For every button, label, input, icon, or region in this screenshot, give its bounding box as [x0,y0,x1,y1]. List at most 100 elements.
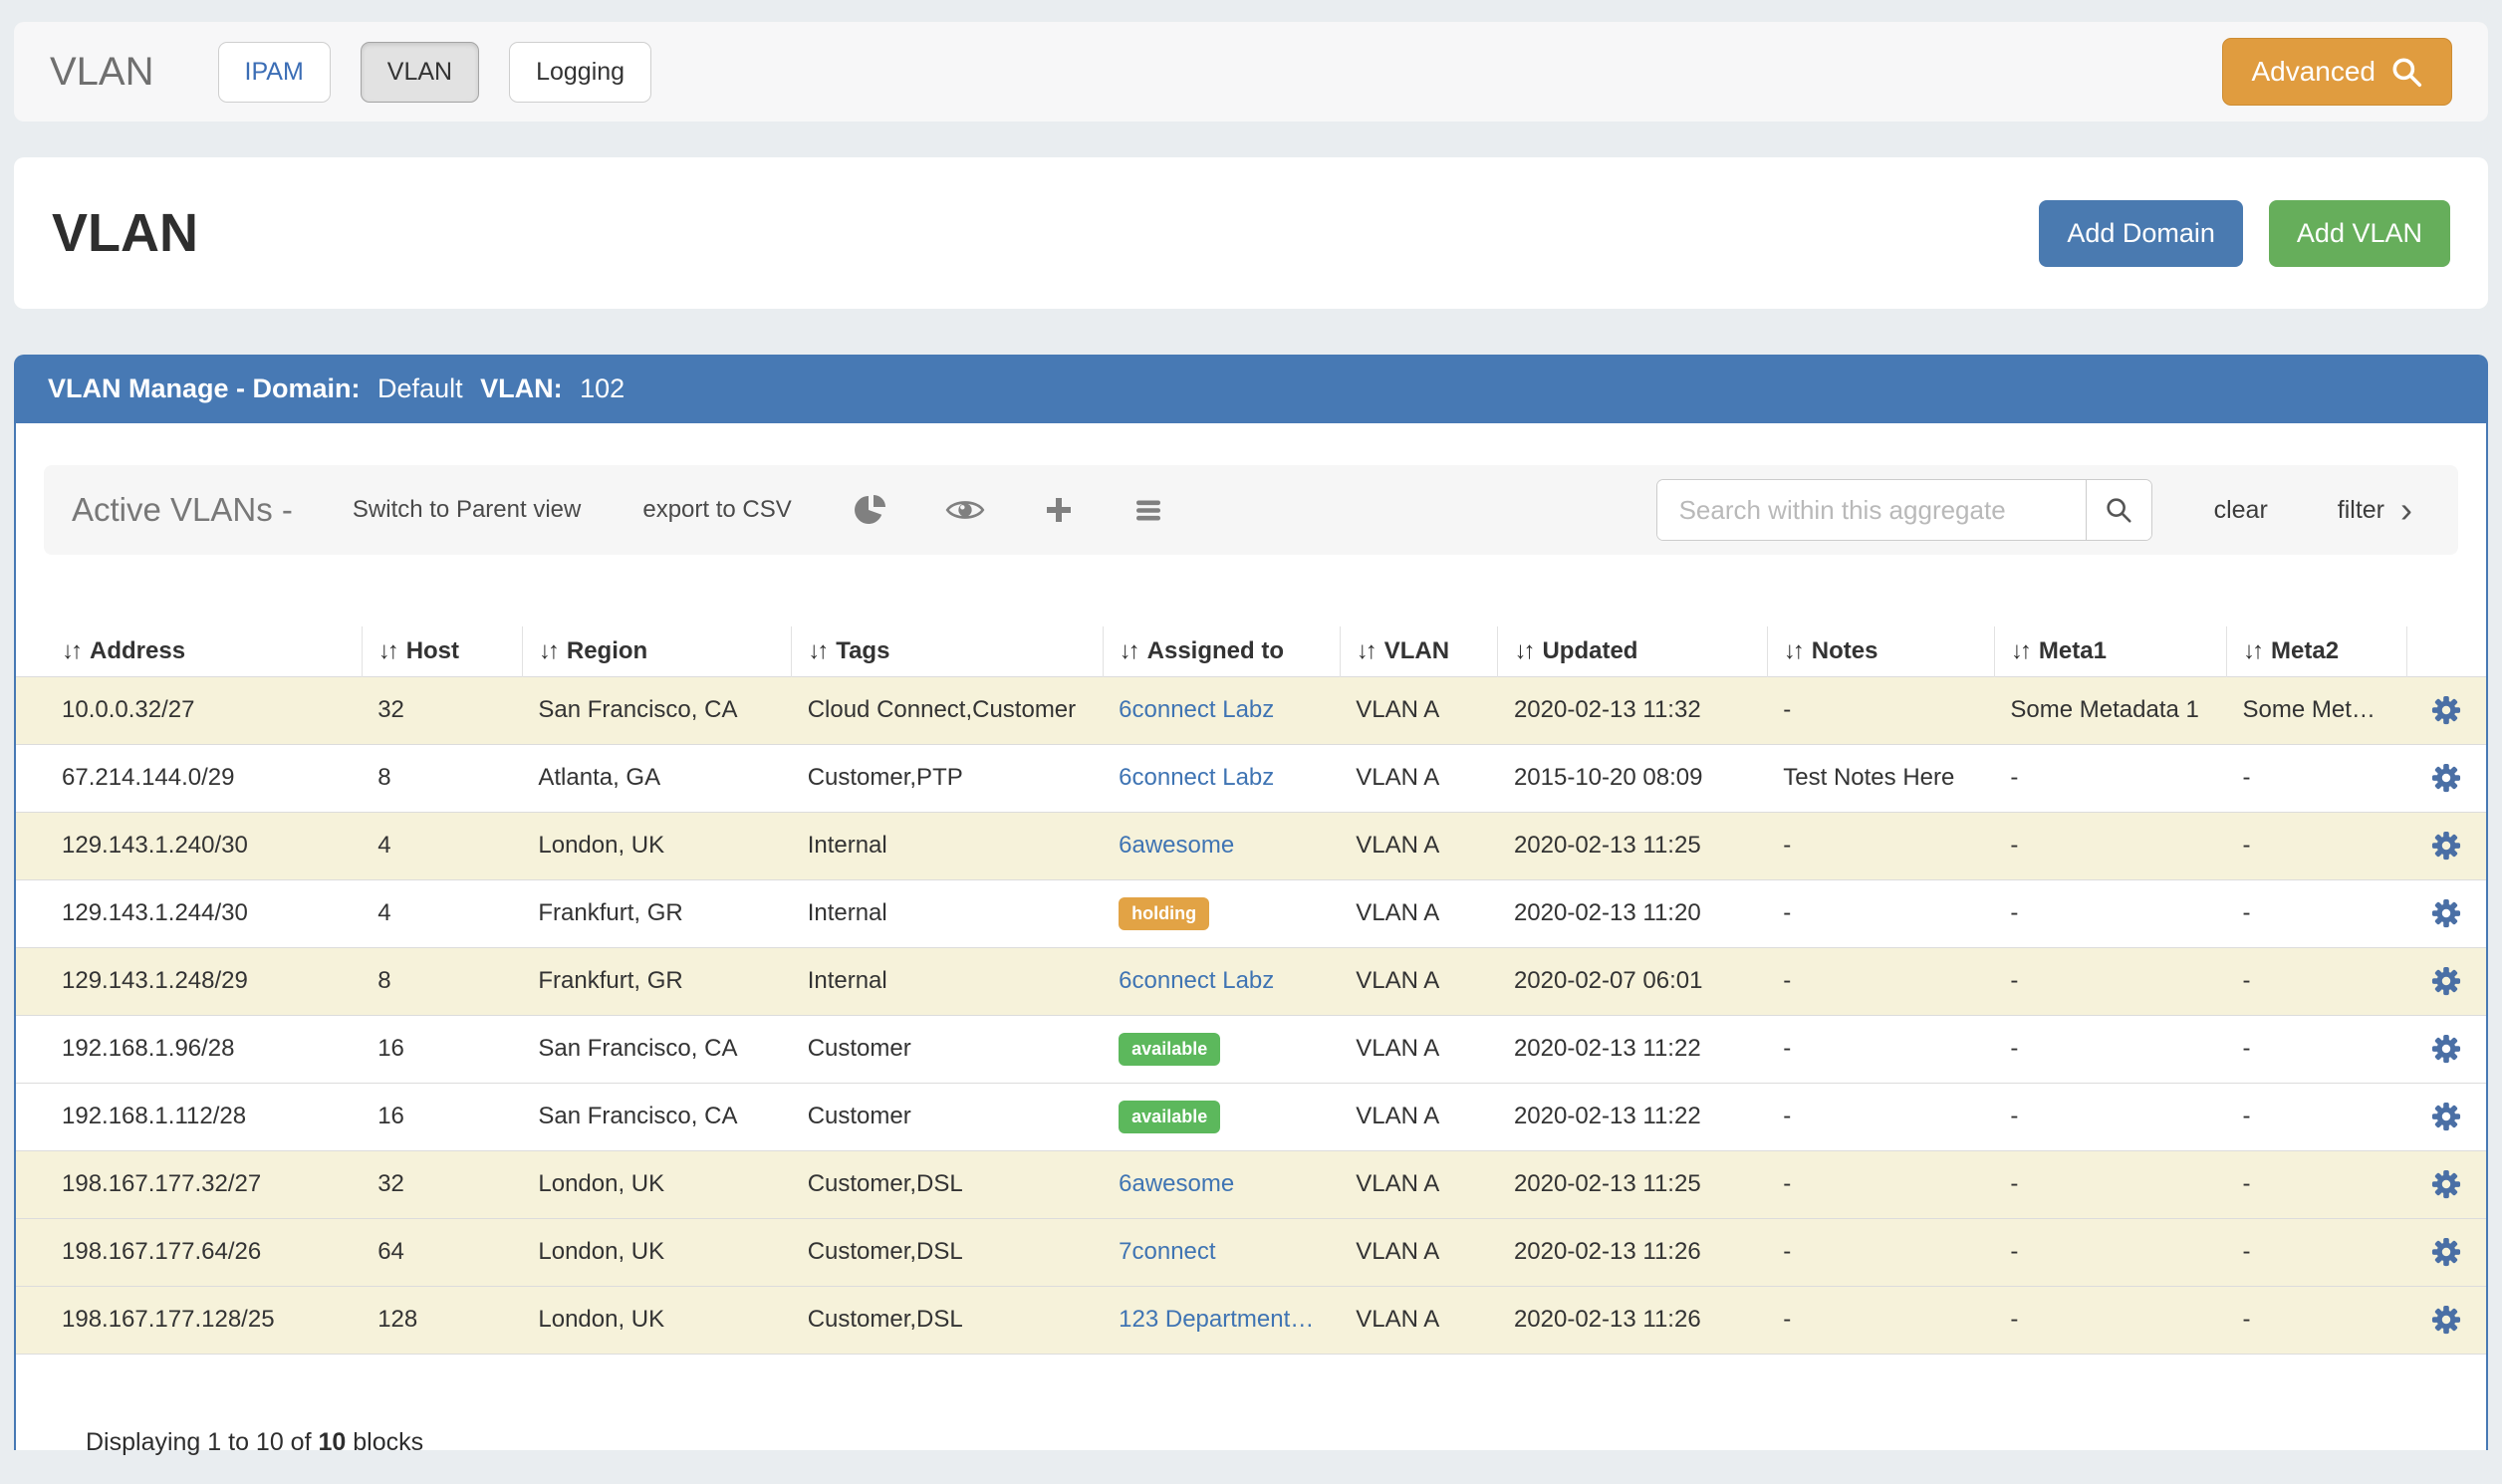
column-header-notes[interactable]: ↓↑Notes [1767,626,1994,676]
cell-tags: Cloud Connect,Customer [792,676,1103,744]
cell-tags: Customer,DSL [792,1286,1103,1354]
column-header-assigned-to[interactable]: ↓↑Assigned to [1103,626,1340,676]
assigned-resource-link[interactable]: 6connect Labz [1119,967,1274,994]
cell-actions [2407,1286,2486,1354]
column-header-updated[interactable]: ↓↑Updated [1498,626,1767,676]
cell-meta1: - [1994,1150,2226,1218]
eye-icon [945,496,985,524]
cell-address: 67.214.144.0/29 [16,744,362,812]
column-header-region[interactable]: ↓↑Region [522,626,791,676]
switch-parent-view-link[interactable]: Switch to Parent view [353,496,581,524]
panel-header: VLAN Manage - Domain: Default VLAN: 102 [16,357,2486,423]
clear-filter-link[interactable]: clear [2214,496,2268,525]
search-icon [2104,495,2133,525]
cell-assigned-to: 6connect Labz [1103,947,1340,1015]
visibility-button[interactable] [945,496,985,524]
column-header-vlan[interactable]: ↓↑VLAN [1340,626,1498,676]
cell-tags: Internal [792,812,1103,879]
cell-assigned-to: 7connect [1103,1218,1340,1286]
cell-host: 16 [362,1083,522,1150]
aggregate-search-input[interactable] [1657,480,2086,540]
cell-actions [2407,676,2486,744]
column-header-meta1[interactable]: ↓↑Meta1 [1994,626,2226,676]
row-settings-button[interactable] [2431,831,2461,861]
column-header-actions [2407,626,2486,676]
assigned-resource-link[interactable]: 6awesome [1119,1170,1234,1197]
column-header-tags[interactable]: ↓↑Tags [792,626,1103,676]
assigned-resource-link[interactable]: 6connect Labz [1119,764,1274,791]
row-settings-button[interactable] [2431,898,2461,928]
cell-updated: 2020-02-07 06:01 [1498,947,1767,1015]
cell-meta2: - [2227,1150,2407,1218]
filter-link[interactable]: filter › [2338,496,2412,525]
cell-vlan: VLAN A [1340,812,1498,879]
table-row: 198.167.177.128/25128London, UKCustomer,… [16,1286,2486,1354]
add-vlan-button[interactable]: Add VLAN [2269,200,2450,267]
cell-vlan: VLAN A [1340,744,1498,812]
tab-ipam[interactable]: IPAM [218,42,331,103]
list-menu-button[interactable] [1132,494,1164,526]
search-icon [2389,55,2423,89]
row-settings-button[interactable] [2431,966,2461,996]
chart-view-button[interactable] [854,493,887,527]
pagination-count: 10 [318,1428,346,1456]
cell-tags: Customer,DSL [792,1218,1103,1286]
cell-address: 129.143.1.244/30 [16,879,362,947]
row-settings-button[interactable] [2431,1102,2461,1131]
cell-updated: 2020-02-13 11:25 [1498,1150,1767,1218]
row-settings-button[interactable] [2431,1305,2461,1335]
sort-icon: ↓↑ [1514,637,1532,664]
gear-icon [2431,831,2461,861]
cell-updated: 2020-02-13 11:26 [1498,1286,1767,1354]
cell-notes: - [1767,1218,1994,1286]
cell-notes: Test Notes Here [1767,744,1994,812]
table-body: 10.0.0.32/2732San Francisco, CACloud Con… [16,676,2486,1354]
cell-meta1: - [1994,1286,2226,1354]
cell-region: London, UK [522,1218,791,1286]
assigned-resource-link[interactable]: 123 Department… [1119,1306,1314,1333]
table-header-row: ↓↑Address↓↑Host↓↑Region↓↑Tags↓↑Assigned … [16,626,2486,676]
cell-address: 129.143.1.240/30 [16,812,362,879]
add-domain-button[interactable]: Add Domain [2039,200,2243,267]
cell-vlan: VLAN A [1340,1083,1498,1150]
add-block-button[interactable] [1043,494,1075,526]
sort-icon: ↓↑ [2011,637,2029,664]
column-header-host[interactable]: ↓↑Host [362,626,522,676]
cell-region: San Francisco, CA [522,676,791,744]
export-csv-link[interactable]: export to CSV [642,496,791,524]
row-settings-button[interactable] [2431,763,2461,793]
pie-chart-icon [854,493,887,527]
cell-notes: - [1767,947,1994,1015]
cell-updated: 2020-02-13 11:32 [1498,676,1767,744]
cell-vlan: VLAN A [1340,879,1498,947]
row-settings-button[interactable] [2431,1237,2461,1267]
page-actions: Add Domain Add VLAN [2039,200,2450,267]
cell-assigned-to: 123 Department… [1103,1286,1340,1354]
assigned-resource-link[interactable]: 7connect [1119,1238,1215,1265]
column-header-meta2[interactable]: ↓↑Meta2 [2227,626,2407,676]
tab-vlan[interactable]: VLAN [361,42,479,103]
row-settings-button[interactable] [2431,1169,2461,1199]
advanced-search-label: Advanced [2251,56,2376,88]
cell-notes: - [1767,812,1994,879]
panel-header-domain-value: Default [377,373,463,403]
menu-icon [1132,494,1164,526]
cell-assigned-to: 6awesome [1103,812,1340,879]
row-settings-button[interactable] [2431,695,2461,725]
column-header-address[interactable]: ↓↑Address [16,626,362,676]
page-title: VLAN [52,202,198,264]
gear-icon [2431,1034,2461,1064]
top-nav-bar: VLAN IPAM VLAN Logging Advanced [14,22,2488,122]
gear-icon [2431,1102,2461,1131]
cell-updated: 2020-02-13 11:25 [1498,812,1767,879]
advanced-search-button[interactable]: Advanced [2222,38,2452,106]
filter-label: filter [2338,496,2384,525]
assigned-resource-link[interactable]: 6connect Labz [1119,696,1274,723]
row-settings-button[interactable] [2431,1034,2461,1064]
aggregate-search-button[interactable] [2086,480,2151,540]
tab-logging[interactable]: Logging [509,42,651,103]
cell-notes: - [1767,1015,1994,1083]
assigned-resource-link[interactable]: 6awesome [1119,832,1234,859]
cell-assigned-to: 6connect Labz [1103,744,1340,812]
sort-icon: ↓↑ [1120,637,1137,664]
